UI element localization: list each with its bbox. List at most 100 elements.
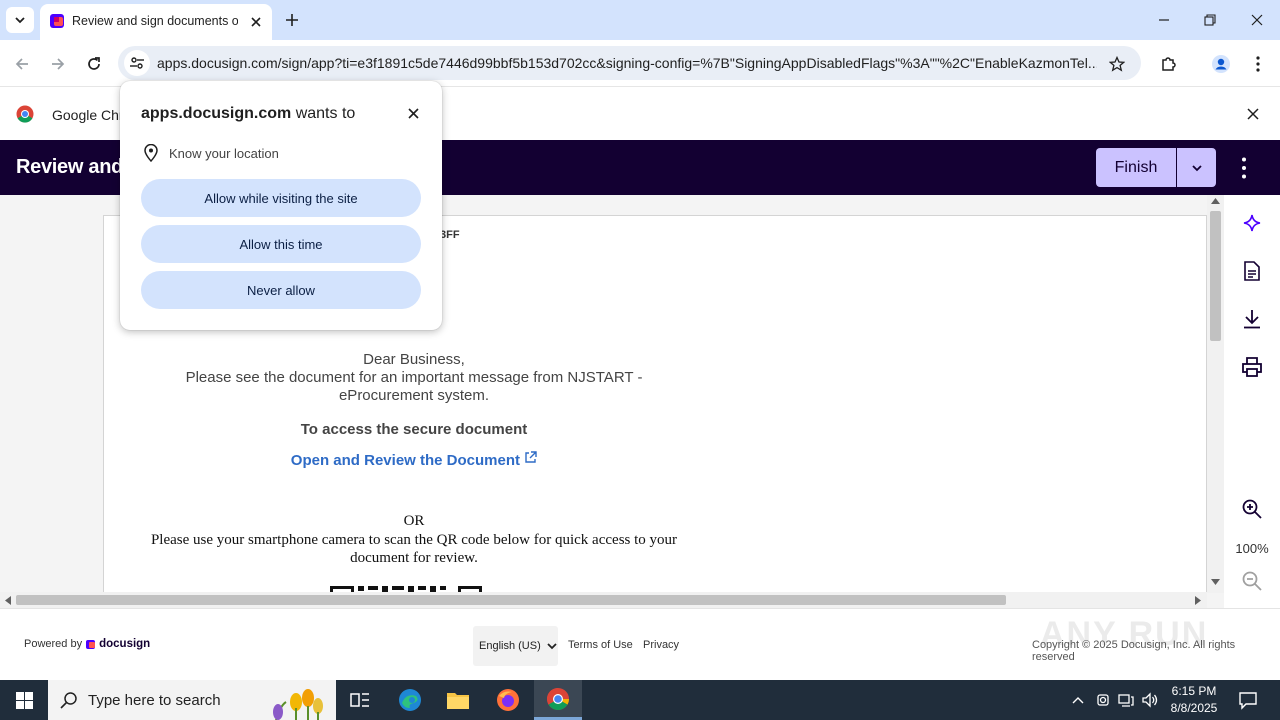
chrome-app-button[interactable] — [534, 680, 582, 720]
task-view-button[interactable] — [336, 680, 384, 720]
taskbar-clock-time[interactable]: 6:15 PM — [1166, 684, 1222, 698]
scroll-right-arrow-icon[interactable] — [1195, 596, 1201, 605]
close-icon — [407, 107, 419, 119]
vertical-scroll-thumb[interactable] — [1210, 211, 1221, 341]
close-icon — [1247, 108, 1259, 120]
terms-link[interactable]: Terms of Use — [568, 639, 633, 651]
zoom-out-button[interactable] — [1238, 567, 1266, 595]
start-button[interactable] — [0, 680, 48, 720]
permission-description: Know your location — [169, 146, 279, 161]
tab-title: Review and sign documents on — [72, 14, 238, 28]
back-button[interactable] — [8, 50, 36, 78]
document-message: Please see the document for an important… — [185, 369, 643, 404]
file-explorer-app-button[interactable] — [434, 680, 482, 720]
sparkle-icon — [1243, 214, 1261, 232]
finish-button[interactable]: Finish — [1096, 148, 1176, 187]
reload-button[interactable] — [80, 50, 108, 78]
zoom-level: 100% — [1235, 541, 1269, 556]
document-info-button[interactable] — [1238, 257, 1266, 285]
chevron-down-icon — [1191, 162, 1203, 174]
plus-icon — [285, 13, 299, 27]
download-icon — [1243, 309, 1261, 329]
vertical-scrollbar[interactable] — [1207, 195, 1224, 593]
close-tab-icon[interactable] — [246, 12, 266, 32]
docusign-logo-icon — [86, 639, 96, 649]
chrome-menu-button[interactable] — [1244, 50, 1272, 78]
powered-by: Powered by docusign — [24, 638, 150, 650]
infobar-close-button[interactable] — [1242, 103, 1264, 125]
firefox-icon — [496, 688, 520, 712]
privacy-link[interactable]: Privacy — [643, 639, 679, 651]
download-button[interactable] — [1238, 305, 1266, 333]
notifications-icon[interactable] — [1238, 690, 1258, 710]
zoom-out-icon — [1242, 571, 1262, 591]
restore-button[interactable] — [1190, 6, 1230, 34]
new-tab-button[interactable] — [280, 8, 304, 32]
finish-options-button[interactable] — [1177, 148, 1216, 187]
vertical-dots-icon — [1242, 157, 1246, 179]
permission-close-button[interactable] — [402, 102, 424, 124]
taskbar-search-box[interactable]: Type here to search — [48, 680, 336, 720]
volume-icon[interactable] — [1141, 691, 1159, 709]
ai-assistant-button[interactable] — [1238, 209, 1266, 237]
print-button[interactable] — [1238, 353, 1266, 381]
qr-instructions: Please use your smartphone camera to sca… — [150, 532, 678, 566]
tune-icon — [129, 55, 145, 71]
arrow-right-icon — [50, 56, 66, 72]
edge-app-button[interactable] — [386, 680, 434, 720]
taskbar-clock-date[interactable]: 8/8/2025 — [1166, 701, 1222, 715]
location-permission-dialog: apps.docusign.com wants to Know your loc… — [120, 81, 442, 330]
never-allow-button[interactable]: Never allow — [141, 271, 421, 309]
browser-tab[interactable]: Review and sign documents on — [40, 4, 272, 40]
tray-overflow-chevron-icon[interactable] — [1069, 691, 1087, 709]
access-heading: To access the secure document — [300, 421, 528, 438]
zoom-in-button[interactable] — [1238, 495, 1266, 523]
profile-icon — [1211, 54, 1231, 74]
minimize-button[interactable] — [1144, 6, 1184, 34]
chevron-down-icon — [547, 641, 557, 651]
language-value: English (US) — [479, 640, 541, 652]
firefox-app-button[interactable] — [484, 680, 532, 720]
tab-search-button[interactable] — [6, 7, 34, 33]
forward-button[interactable] — [44, 50, 72, 78]
more-options-button[interactable] — [1230, 150, 1258, 185]
open-document-link[interactable]: Open and Review the Document — [144, 451, 684, 469]
horizontal-scroll-thumb[interactable] — [16, 595, 1006, 605]
scroll-down-arrow-icon[interactable] — [1211, 579, 1220, 585]
site-info-button[interactable] — [124, 50, 150, 76]
extensions-button[interactable] — [1155, 50, 1183, 78]
or-separator: OR — [403, 513, 425, 529]
external-link-icon — [524, 451, 537, 464]
scroll-up-arrow-icon[interactable] — [1211, 198, 1220, 204]
browser-toolbar: apps.docusign.com/sign/app?ti=e3f1891c5d… — [0, 40, 1280, 86]
close-window-button[interactable] — [1237, 6, 1277, 34]
search-icon — [60, 691, 78, 709]
system-tray-app-icon[interactable] — [1094, 691, 1112, 709]
open-document-link-text[interactable]: Open and Review the Document — [291, 452, 520, 469]
taskbar-search-placeholder: Type here to search — [88, 692, 221, 709]
folder-icon — [446, 690, 470, 710]
docusign-favicon-icon — [49, 13, 65, 29]
network-icon[interactable] — [1117, 691, 1135, 709]
task-view-icon — [350, 691, 370, 709]
permission-dialog-title: apps.docusign.com wants to — [141, 105, 355, 123]
chrome-icon — [546, 687, 570, 711]
scroll-left-arrow-icon[interactable] — [5, 596, 11, 605]
minimize-icon — [1158, 14, 1170, 26]
permission-wants-to: wants to — [291, 105, 356, 122]
profile-button[interactable] — [1207, 50, 1235, 78]
document-icon — [1244, 261, 1260, 281]
language-select[interactable]: English (US) — [473, 626, 558, 666]
star-icon — [1109, 56, 1125, 72]
horizontal-scrollbar[interactable] — [0, 592, 1207, 608]
address-bar[interactable]: apps.docusign.com/sign/app?ti=e3f1891c5d… — [118, 46, 1141, 80]
allow-this-time-button[interactable]: Allow this time — [141, 225, 421, 263]
bookmark-button[interactable] — [1106, 53, 1128, 75]
printer-icon — [1242, 357, 1262, 377]
close-icon — [1251, 14, 1263, 26]
allow-while-visiting-button[interactable]: Allow while visiting the site — [141, 179, 421, 217]
chevron-down-icon — [14, 14, 26, 26]
browser-tab-strip: Review and sign documents on — [0, 0, 1280, 40]
chrome-logo-icon — [16, 105, 34, 123]
url-text[interactable]: apps.docusign.com/sign/app?ti=e3f1891c5d… — [157, 55, 1097, 71]
